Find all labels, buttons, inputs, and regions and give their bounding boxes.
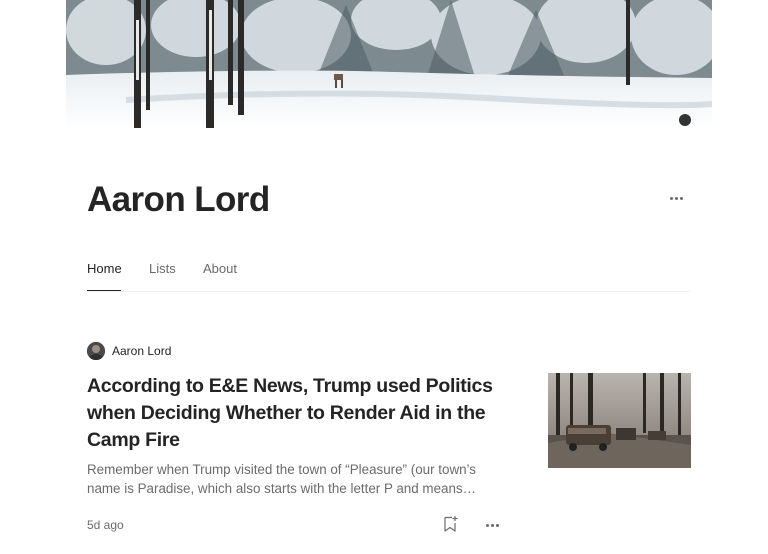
post-excerpt[interactable]: Remember when Trump visited the town of … xyxy=(87,460,507,498)
post-title[interactable]: According to E&E News, Trump used Politi… xyxy=(87,373,507,454)
post-author-row[interactable]: Aaron Lord xyxy=(87,341,171,361)
tab-about[interactable]: About xyxy=(203,261,237,276)
more-horizontal-icon xyxy=(485,523,499,527)
profile-name: Aaron Lord xyxy=(87,180,270,219)
post-thumbnail-image[interactable] xyxy=(548,373,691,468)
avatar[interactable] xyxy=(87,342,105,360)
post-date: 5d ago xyxy=(87,518,124,532)
bookmark-add-icon xyxy=(444,516,458,532)
profile-banner-image xyxy=(66,0,712,129)
profile-page: Aaron Lord Home Lists About Aaron Lord A… xyxy=(0,0,768,554)
tab-lists[interactable]: Lists xyxy=(149,261,176,276)
post-more-button[interactable] xyxy=(480,518,504,532)
more-horizontal-icon xyxy=(669,196,683,200)
profile-more-button[interactable] xyxy=(664,190,688,206)
profile-tabs: Home Lists About xyxy=(87,255,691,292)
bookmark-button[interactable] xyxy=(440,514,460,534)
post-author-name[interactable]: Aaron Lord xyxy=(112,344,171,358)
tab-home[interactable]: Home xyxy=(87,261,122,276)
active-tab-indicator xyxy=(87,290,121,291)
